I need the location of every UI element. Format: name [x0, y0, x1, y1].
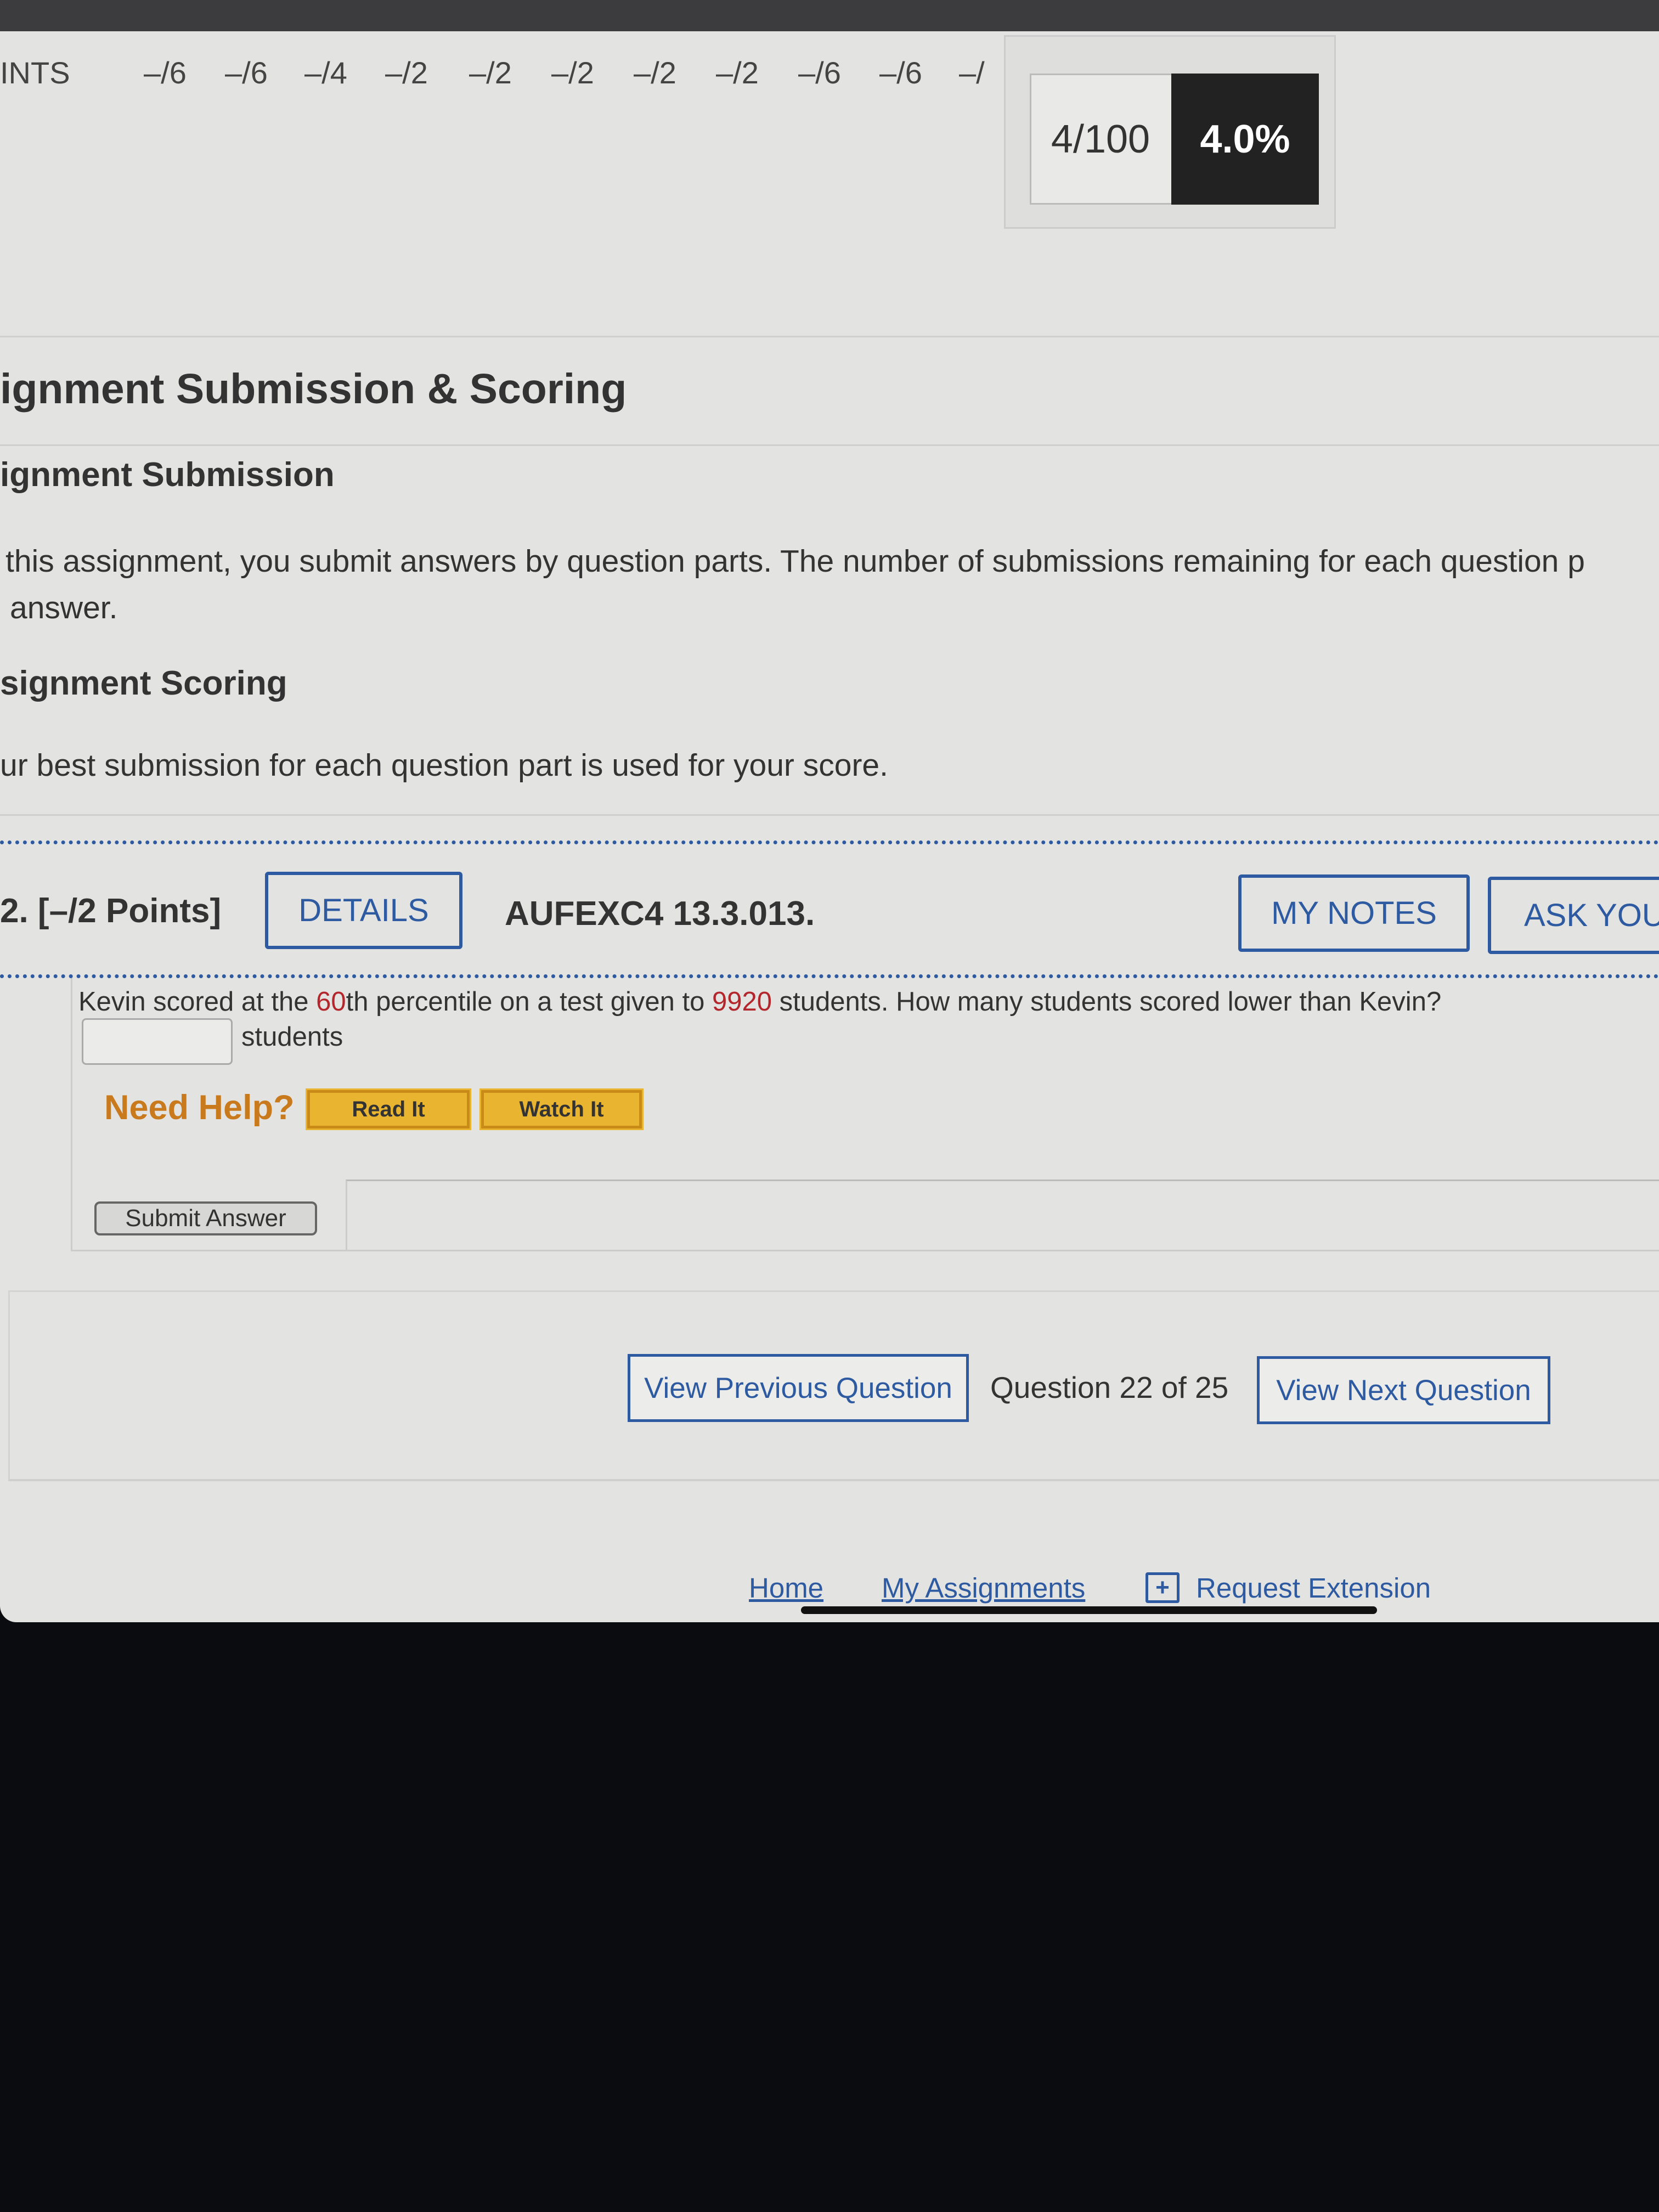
highlight-value: 60: [316, 987, 346, 1017]
question-code: AUFEXC4 13.3.013.: [505, 895, 815, 933]
watch-it-button[interactable]: Watch It: [479, 1088, 644, 1130]
highlight-value: 9920: [712, 987, 772, 1017]
request-extension-link[interactable]: Request Extension: [1196, 1572, 1431, 1604]
my-notes-button[interactable]: MY NOTES: [1238, 874, 1470, 952]
need-help-label: Need Help?: [104, 1088, 295, 1127]
home-link[interactable]: Home: [749, 1572, 823, 1604]
scrollbar[interactable]: [801, 1606, 1377, 1614]
view-previous-question-button[interactable]: View Previous Question: [628, 1354, 969, 1422]
points-cell: –/2: [469, 55, 512, 90]
score-percent: 4.0%: [1171, 74, 1319, 205]
points-cell: –/2: [385, 55, 428, 90]
points-label: INTS: [0, 55, 70, 90]
ask-your-teacher-button[interactable]: ASK YOU: [1488, 877, 1659, 954]
points-cell: –/: [959, 55, 985, 90]
details-button[interactable]: DETAILS: [265, 872, 462, 949]
points-cell: –/2: [634, 55, 676, 90]
divider: [0, 444, 1659, 446]
submission-heading: ignment Submission: [0, 456, 335, 494]
answer-unit: students: [241, 1022, 343, 1052]
dotted-divider: [0, 840, 1659, 844]
points-cell: –/4: [304, 55, 347, 90]
my-assignments-link[interactable]: My Assignments: [882, 1572, 1085, 1604]
points-cell: –/6: [879, 55, 922, 90]
dotted-divider: [0, 974, 1659, 978]
calendar-plus-icon[interactable]: +: [1146, 1572, 1180, 1603]
submission-text-cont: answer.: [10, 590, 118, 625]
points-cell: –/6: [798, 55, 841, 90]
submission-text: this assignment, you submit answers by q…: [5, 544, 1585, 579]
scoring-text: ur best submission for each question par…: [0, 748, 888, 783]
points-cell: –/6: [144, 55, 187, 90]
top-bar: [0, 0, 1659, 31]
divider: [0, 336, 1659, 337]
question-points: 2. [–/2 Points]: [0, 892, 222, 930]
read-it-button[interactable]: Read It: [306, 1088, 471, 1130]
score-fraction: 4/100: [1051, 117, 1150, 161]
response-area: [346, 1180, 1659, 1251]
browser-page: INTS –/6 –/6 –/4 –/2 –/2 –/2 –/2 –/2 –/6…: [0, 0, 1659, 1622]
submit-answer-button[interactable]: Submit Answer: [94, 1201, 317, 1235]
section-title: ignment Submission & Scoring: [0, 365, 627, 413]
divider: [0, 814, 1659, 816]
scoring-heading: signment Scoring: [0, 664, 287, 702]
points-cell: –/2: [551, 55, 594, 90]
points-cell: –/2: [716, 55, 759, 90]
question-position: Question 22 of 25: [990, 1370, 1229, 1404]
view-next-question-button[interactable]: View Next Question: [1257, 1356, 1550, 1424]
answer-input[interactable]: [82, 1018, 233, 1065]
question-text: Kevin scored at the 60th percentile on a…: [78, 987, 1442, 1017]
points-cell: –/6: [225, 55, 268, 90]
